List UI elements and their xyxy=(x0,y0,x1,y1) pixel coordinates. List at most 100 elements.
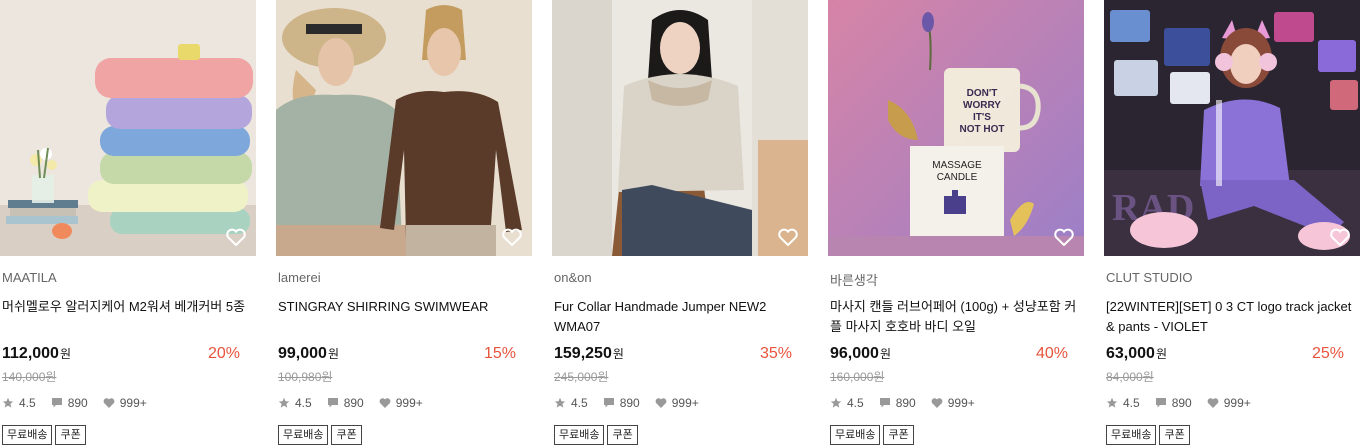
free-shipping-badge: 무료배송 xyxy=(1106,425,1157,445)
product-card[interactable]: lamerei STINGRAY SHIRRING SWIMWEAR 99,00… xyxy=(276,0,532,446)
tag-list: 무료배송 쿠폰 xyxy=(1106,425,1190,445)
rating-value: 4.5 xyxy=(847,396,864,410)
product-image[interactable] xyxy=(276,0,532,256)
product-stats: 4.5 890 999+ xyxy=(278,396,438,410)
like-count: 999+ xyxy=(395,396,423,410)
star-icon xyxy=(830,397,842,408)
product-card[interactable]: on&on Fur Collar Handmade Jumper NEW2 WM… xyxy=(552,0,808,446)
product-image[interactable] xyxy=(552,0,808,256)
product-title[interactable]: STINGRAY SHIRRING SWIMWEAR xyxy=(278,297,526,317)
product-stats: 4.5 890 999+ xyxy=(830,396,990,410)
product-title[interactable]: 마사지 캔들 러브어페어 (100g) + 성냥포함 커플 마사지 호호바 바디… xyxy=(830,297,1078,337)
brand-name[interactable]: CLUT STUDIO xyxy=(1106,270,1192,285)
price-currency: 원 xyxy=(327,347,339,361)
brand-name[interactable]: 바른생각 xyxy=(830,270,878,289)
product-card[interactable]: MAATILA 머쉬멜로우 알러지케어 M2워셔 베개커버 5종 112,000… xyxy=(0,0,256,446)
review-icon xyxy=(51,398,62,408)
product-card[interactable]: DON'T WORRY IT'S NOT HOT MASSAGE CANDLE … xyxy=(828,0,1084,446)
discount-rate: 40% xyxy=(1035,345,1068,362)
coupon-badge: 쿠폰 xyxy=(331,425,362,445)
free-shipping-badge: 무료배송 xyxy=(830,425,881,445)
rating-value: 4.5 xyxy=(295,396,312,410)
heart-icon[interactable] xyxy=(502,228,522,246)
like-icon xyxy=(655,398,667,408)
product-image[interactable]: RAD xyxy=(1104,0,1360,256)
brand-name[interactable]: lamerei xyxy=(278,270,321,285)
coupon-badge: 쿠폰 xyxy=(1159,425,1190,445)
heart-icon[interactable] xyxy=(1054,228,1074,246)
like-count: 999+ xyxy=(671,396,699,410)
coupon-badge: 쿠폰 xyxy=(883,425,914,445)
product-stats: 4.5 890 999+ xyxy=(2,396,162,410)
box-text: CANDLE xyxy=(937,172,978,183)
free-shipping-badge: 무료배송 xyxy=(278,425,329,445)
original-price: 100,980원 xyxy=(278,370,333,384)
original-price: 160,000원 xyxy=(830,370,885,384)
review-icon xyxy=(1155,398,1166,408)
box-text: MASSAGE xyxy=(932,160,982,171)
tag-list: 무료배송 쿠폰 xyxy=(2,425,86,445)
review-icon xyxy=(879,398,890,408)
price-currency: 원 xyxy=(1155,347,1167,361)
product-image[interactable] xyxy=(0,0,256,256)
discount-rate: 20% xyxy=(207,345,240,362)
brand-name[interactable]: on&on xyxy=(554,270,592,285)
heart-icon[interactable] xyxy=(226,228,246,246)
price-value: 96,000 xyxy=(830,345,879,362)
star-icon xyxy=(278,397,290,408)
price-currency: 원 xyxy=(612,347,624,361)
heart-icon[interactable] xyxy=(778,228,798,246)
tag-list: 무료배송 쿠폰 xyxy=(278,425,362,445)
product-grid: MAATILA 머쉬멜로우 알러지케어 M2워셔 베개커버 5종 112,000… xyxy=(0,0,1360,446)
original-price: 140,000원 xyxy=(2,370,57,384)
sale-price: 159,250원 xyxy=(554,345,624,363)
coupon-badge: 쿠폰 xyxy=(607,425,638,445)
review-count: 890 xyxy=(895,396,916,410)
review-count: 890 xyxy=(343,396,364,410)
price-value: 159,250 xyxy=(554,345,612,362)
review-count: 890 xyxy=(1171,396,1192,410)
original-price: 84,000원 xyxy=(1106,370,1154,384)
brand-name[interactable]: MAATILA xyxy=(2,270,57,285)
rating-value: 4.5 xyxy=(1123,396,1140,410)
rating-value: 4.5 xyxy=(571,396,588,410)
product-image[interactable]: DON'T WORRY IT'S NOT HOT MASSAGE CANDLE xyxy=(828,0,1084,256)
free-shipping-badge: 무료배송 xyxy=(2,425,53,445)
like-icon xyxy=(931,398,943,408)
discount-rate: 25% xyxy=(1311,345,1344,362)
tag-list: 무료배송 쿠폰 xyxy=(554,425,638,445)
product-title[interactable]: [22WINTER][SET] 0 3 CT logo track jacket… xyxy=(1106,297,1354,337)
product-title[interactable]: Fur Collar Handmade Jumper NEW2 WMA07 xyxy=(554,297,802,337)
like-count: 999+ xyxy=(119,396,147,410)
product-title[interactable]: 머쉬멜로우 알러지케어 M2워셔 베개커버 5종 xyxy=(2,297,250,317)
like-icon xyxy=(379,398,391,408)
discount-rate: 15% xyxy=(483,345,516,362)
price-currency: 원 xyxy=(59,347,71,361)
review-icon xyxy=(327,398,338,408)
free-shipping-badge: 무료배송 xyxy=(554,425,605,445)
rating-value: 4.5 xyxy=(19,396,36,410)
like-count: 999+ xyxy=(947,396,975,410)
mug-text: IT'S xyxy=(973,112,991,123)
star-icon xyxy=(554,397,566,408)
price-currency: 원 xyxy=(879,347,891,361)
product-stats: 4.5 890 999+ xyxy=(1106,396,1266,410)
sale-price: 96,000원 xyxy=(830,345,891,363)
original-price: 245,000원 xyxy=(554,370,609,384)
review-icon xyxy=(603,398,614,408)
product-card[interactable]: RAD CLUT STUDIO [22WINTER][SET] 0 3 CT l… xyxy=(1104,0,1360,446)
coupon-badge: 쿠폰 xyxy=(55,425,86,445)
like-icon xyxy=(103,398,115,408)
review-count: 890 xyxy=(67,396,88,410)
product-stats: 4.5 890 999+ xyxy=(554,396,714,410)
review-count: 890 xyxy=(619,396,640,410)
heart-icon[interactable] xyxy=(1330,228,1350,246)
tag-list: 무료배송 쿠폰 xyxy=(830,425,914,445)
mug-text: NOT HOT xyxy=(960,124,1005,135)
discount-rate: 35% xyxy=(759,345,792,362)
star-icon xyxy=(2,397,14,408)
mug-text: DON'T xyxy=(967,88,998,99)
sale-price: 112,000원 xyxy=(2,345,71,363)
sale-price: 99,000원 xyxy=(278,345,339,363)
sale-price: 63,000원 xyxy=(1106,345,1167,363)
